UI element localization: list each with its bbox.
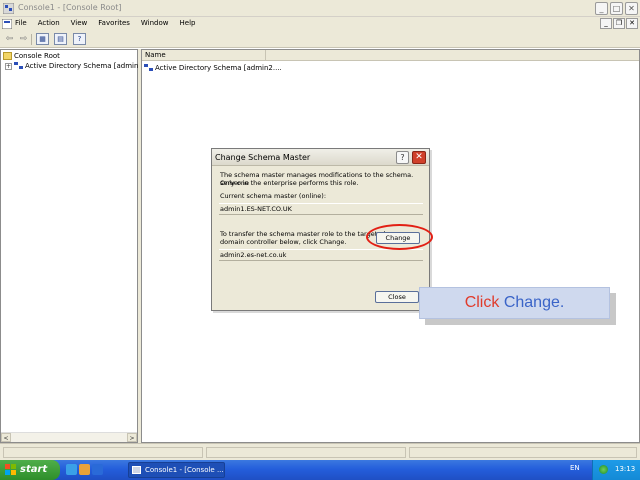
mmc-app-icon xyxy=(132,466,141,474)
console-tree-pane[interactable]: Console Root + Active Directory Schema [… xyxy=(0,49,156,443)
window-title: Console1 - [Console Root] xyxy=(18,3,122,12)
menu-window[interactable]: Window xyxy=(141,19,169,27)
dialog-title-bar[interactable]: Change Schema Master ? ✕ xyxy=(212,149,429,166)
menu-help[interactable]: Help xyxy=(180,19,196,27)
show-desktop-icon[interactable] xyxy=(66,464,77,475)
windows-logo-icon xyxy=(5,464,16,475)
current-master-field: admin1.ES-NET.CO.UK xyxy=(219,203,423,215)
target-controller-field: admin2.es-net.co.uk xyxy=(219,249,423,261)
transfer-instruction-line-2: domain controller below, click Change. xyxy=(220,238,347,246)
menu-file[interactable]: File xyxy=(15,19,27,27)
scroll-right-icon[interactable]: > xyxy=(127,433,137,442)
tree-horizontal-scrollbar[interactable]: < > xyxy=(1,432,137,442)
minimize-button[interactable]: _ xyxy=(595,2,608,15)
tree-item-ad-schema[interactable]: + Active Directory Schema [admin2.es- xyxy=(5,62,156,70)
instruction-callout: Click Change. xyxy=(419,287,610,319)
taskbar-button-console1[interactable]: Console1 - [Console ... xyxy=(128,462,225,478)
taskbar-button-label: Console1 - [Console ... xyxy=(145,466,224,474)
system-tray: 13:13 xyxy=(592,460,640,480)
menu-bar: File Action View Favorites Window Help _… xyxy=(0,17,640,31)
clock[interactable]: 13:13 xyxy=(615,465,635,473)
scroll-left-icon[interactable]: < xyxy=(1,433,11,442)
taskbar: start Console1 - [Console ... EN 13:13 xyxy=(0,460,640,480)
transfer-instruction-line-1: To transfer the schema master role to th… xyxy=(220,230,386,238)
folder-icon xyxy=(3,52,12,60)
window-title-bar[interactable]: Console1 - [Console Root] _ □ ✕ xyxy=(0,0,640,17)
callout-word-change: Change. xyxy=(503,294,565,311)
status-cell xyxy=(3,447,203,458)
toolbar-separator xyxy=(31,34,32,45)
expand-icon[interactable]: + xyxy=(5,62,12,70)
callout-word-click: Click xyxy=(464,294,500,311)
status-cell xyxy=(206,447,406,458)
console-tree-icon[interactable]: ▦ xyxy=(36,33,49,45)
menu-action[interactable]: Action xyxy=(38,19,60,27)
start-label: start xyxy=(20,464,48,475)
status-cell xyxy=(409,447,637,458)
back-arrow-icon[interactable]: ⇦ xyxy=(3,33,16,45)
dialog-close-icon[interactable]: ✕ xyxy=(412,151,426,164)
network-icon[interactable] xyxy=(599,465,608,474)
properties-icon[interactable]: ▤ xyxy=(54,33,67,45)
forward-arrow-icon[interactable]: ⇨ xyxy=(17,33,30,45)
toolbar: ⇦ ⇨ ▦ ▤ ? xyxy=(0,31,640,48)
active-directory-schema-icon xyxy=(14,62,23,70)
list-item[interactable]: Active Directory Schema [admin2.... xyxy=(144,64,282,72)
mdi-close-button[interactable]: ✕ xyxy=(626,18,638,29)
active-directory-schema-icon xyxy=(144,64,153,72)
column-header-name[interactable]: Name xyxy=(142,50,266,61)
description-line-2: server in the enterprise performs this r… xyxy=(220,179,359,187)
highlight-ellipse xyxy=(366,224,433,250)
status-bar xyxy=(0,443,640,460)
list-header: Name xyxy=(142,50,639,61)
tree-item-label: Console Root xyxy=(14,52,60,60)
menu-view[interactable]: View xyxy=(71,19,88,27)
tree-item-console-root[interactable]: Console Root xyxy=(3,52,60,60)
mdi-restore-button[interactable]: ❐ xyxy=(613,18,625,29)
internet-explorer-icon[interactable] xyxy=(92,464,103,475)
language-indicator[interactable]: EN xyxy=(570,464,580,472)
dialog-help-button[interactable]: ? xyxy=(396,151,409,164)
change-schema-master-dialog: Change Schema Master ? ✕ The schema mast… xyxy=(211,148,433,311)
close-button[interactable]: ✕ xyxy=(625,2,638,15)
dialog-title: Change Schema Master xyxy=(215,153,311,162)
maximize-button[interactable]: □ xyxy=(610,2,623,15)
list-item-label: Active Directory Schema [admin2.... xyxy=(155,64,282,72)
console-window-icon[interactable] xyxy=(2,19,12,29)
menu-favorites[interactable]: Favorites xyxy=(98,19,130,27)
help-icon[interactable]: ? xyxy=(73,33,86,45)
start-button[interactable]: start xyxy=(0,460,60,480)
media-player-icon[interactable] xyxy=(79,464,90,475)
close-dialog-button[interactable]: Close xyxy=(375,291,419,303)
mdi-minimize-button[interactable]: _ xyxy=(600,18,612,29)
tree-item-label: Active Directory Schema [admin2.es- xyxy=(25,62,156,70)
mmc-app-icon xyxy=(3,3,14,14)
current-master-label: Current schema master (online): xyxy=(220,192,327,200)
